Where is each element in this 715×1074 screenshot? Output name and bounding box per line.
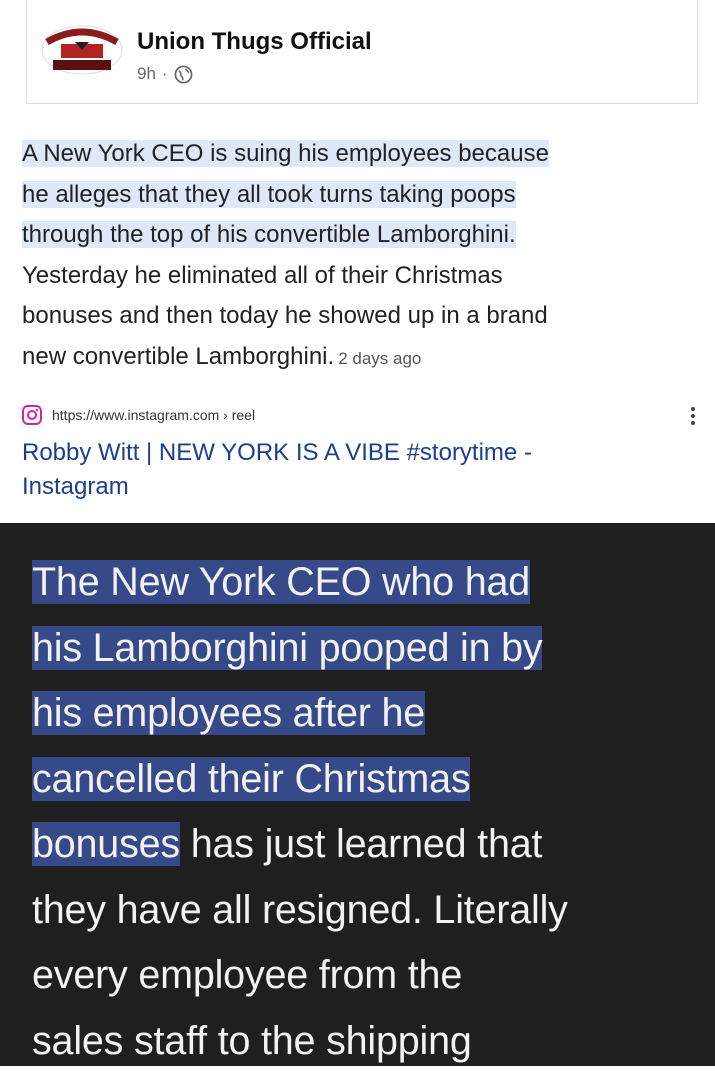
highlighted-text: his Lamborghini pooped in by — [32, 626, 542, 670]
snippet-text: new convertible Lamborghini. — [22, 343, 334, 370]
quote-block: The New York CEO who had his Lamborghini… — [0, 523, 715, 1066]
snippet-date: 2 days ago — [338, 349, 421, 368]
quote-line: his employees after he — [32, 681, 702, 747]
highlighted-text: his employees after he — [32, 691, 425, 735]
page-avatar-logo[interactable] — [39, 20, 125, 78]
highlighted-text: through the top of his convertible Lambo… — [22, 221, 516, 248]
result-title-line: Robby Witt | NEW YORK IS A VIBE #storyti… — [22, 436, 662, 470]
post-header: Union Thugs Official 9h · — [26, 0, 698, 104]
snippet-line: through the top of his convertible Lambo… — [22, 215, 692, 256]
page-name[interactable]: Union Thugs Official — [137, 28, 372, 56]
snippet-line: he alleges that they all took turns taki… — [22, 175, 692, 216]
search-snippet: A New York CEO is suing his employees be… — [22, 134, 692, 379]
highlighted-text: The New York CEO who had — [32, 560, 530, 604]
instagram-icon — [22, 405, 42, 425]
quote-line: every employee from the — [32, 943, 702, 1009]
snippet-line: bonuses and then today he showed up in a… — [22, 296, 692, 337]
highlighted-text: bonuses — [32, 822, 180, 866]
post-time[interactable]: 9h — [137, 64, 156, 84]
meta-separator: · — [162, 64, 168, 84]
snippet-line: A New York CEO is suing his employees be… — [22, 134, 692, 175]
quote-line: The New York CEO who had — [32, 550, 702, 616]
highlighted-text: A New York CEO is suing his employees be… — [22, 140, 549, 167]
result-title-link[interactable]: Robby Witt | NEW YORK IS A VIBE #storyti… — [22, 436, 662, 504]
result-source[interactable]: https://www.instagram.com › reel — [22, 402, 692, 428]
post-meta: 9h · — [137, 64, 193, 84]
quote-line: bonuses has just learned that — [32, 812, 702, 878]
snippet-line: new convertible Lamborghini.2 days ago — [22, 337, 692, 380]
snippet-line: Yesterday he eliminated all of their Chr… — [22, 256, 692, 297]
quote-text-rest: has just learned that — [180, 822, 542, 866]
highlighted-text: cancelled their Christmas — [32, 757, 470, 801]
quote-line: they have all resigned. Literally — [32, 878, 702, 944]
source-url[interactable]: https://www.instagram.com › reel — [52, 407, 255, 423]
quote-line: sales staff to the shipping — [32, 1009, 702, 1074]
quote-line: his Lamborghini pooped in by — [32, 616, 702, 682]
quote-text: The New York CEO who had his Lamborghini… — [32, 550, 702, 1074]
more-options-icon[interactable] — [690, 406, 696, 426]
highlighted-text: he alleges that they all took turns taki… — [22, 181, 516, 208]
quote-line: cancelled their Christmas — [32, 747, 702, 813]
globe-icon — [174, 65, 193, 84]
result-title-line: Instagram — [22, 470, 662, 504]
